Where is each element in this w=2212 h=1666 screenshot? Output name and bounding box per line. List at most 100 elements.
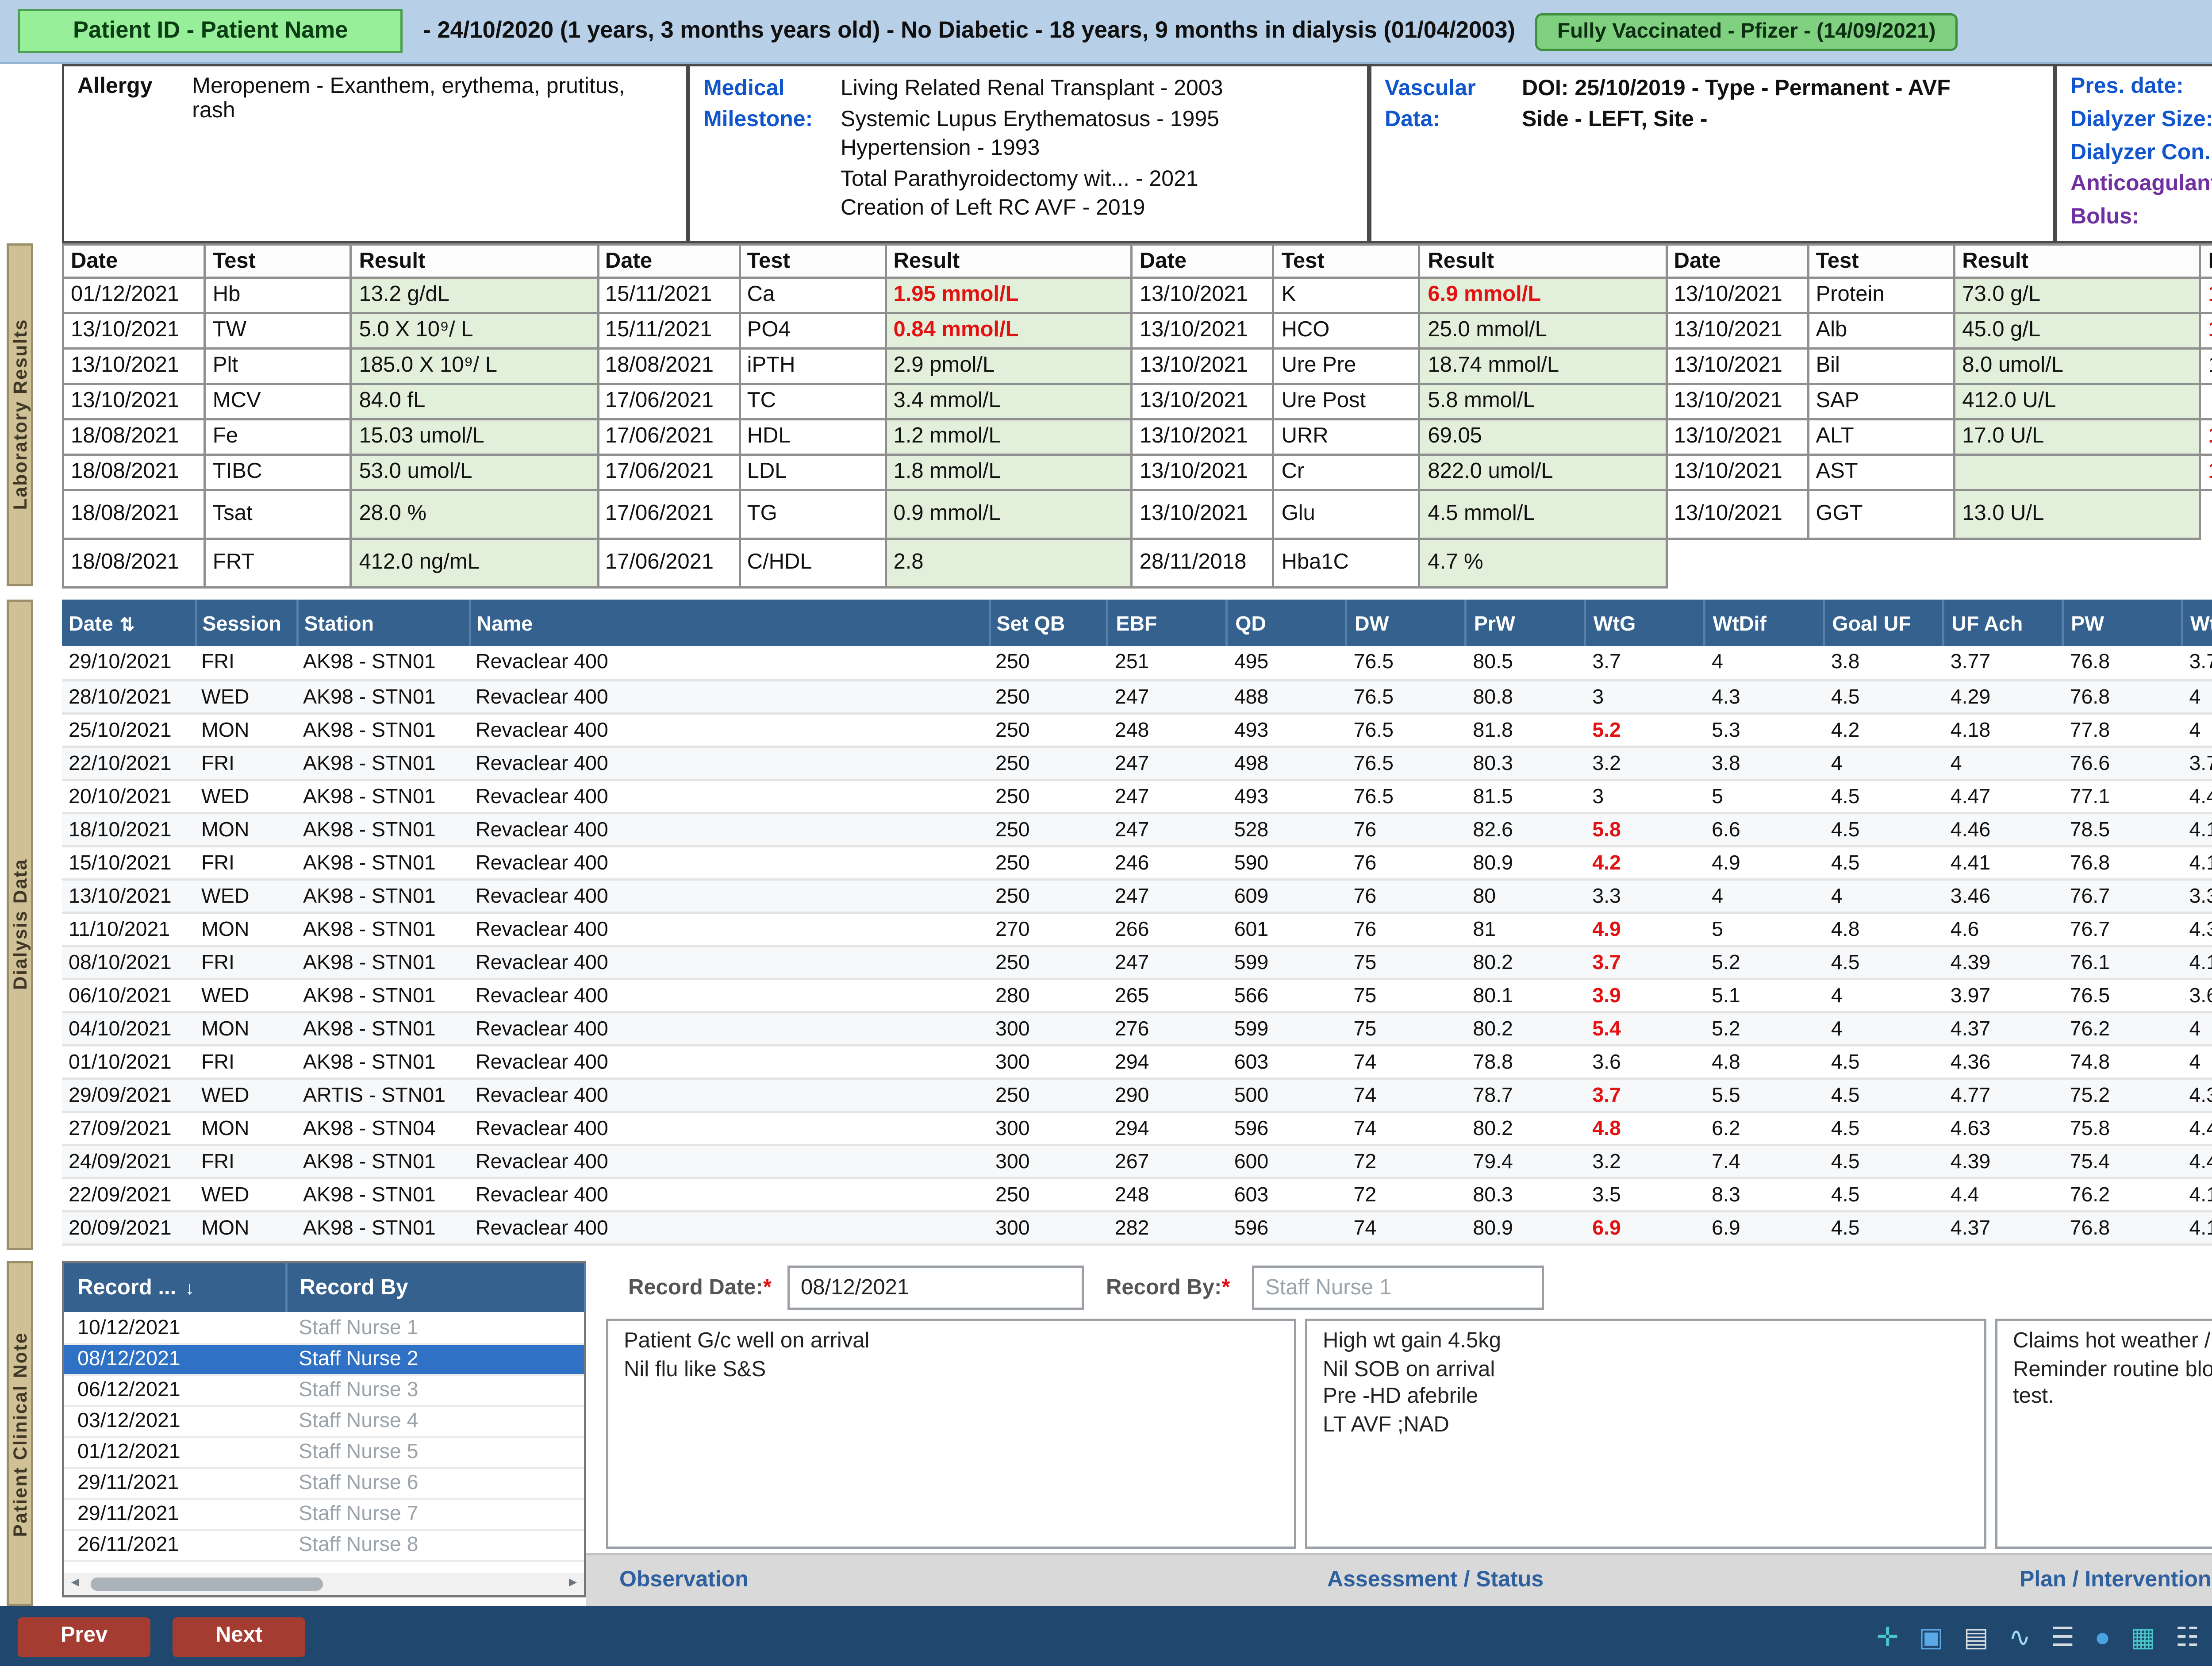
bolus-label: Bolus:	[2070, 204, 2212, 237]
scroll-right-icon[interactable]: ►	[562, 1578, 584, 1591]
lab-results-panel: Date Test Result Date Test Result Date T…	[62, 243, 2212, 586]
prev-button[interactable]: Prev	[18, 1616, 150, 1656]
lab-row[interactable]: 01/12/2021Hb13.2 g/dL15/11/2021Ca1.95 mm…	[63, 278, 2212, 313]
save-icon[interactable]: ▣	[1919, 1621, 1944, 1652]
record-row[interactable]: 10/12/2021Staff Nurse 1	[64, 1312, 584, 1343]
dialysis-col-session: Session	[195, 600, 296, 646]
lab-results-table: Date Test Result Date Test Result Date T…	[62, 243, 2212, 589]
dialysis-row[interactable]: 01/10/2021FRIAK98 - STN01Revaclear 40030…	[62, 1044, 2212, 1077]
record-row[interactable]: 06/12/2021Staff Nurse 3	[64, 1374, 584, 1405]
record-row[interactable]: 29/11/2021Staff Nurse 6	[64, 1467, 584, 1498]
lab-row[interactable]: 18/08/2021Fe15.03 umol/L17/06/2021HDL1.2…	[63, 419, 2212, 455]
dialysis-col-pw: PW	[2063, 600, 2183, 646]
observation-textarea[interactable]: Patient G/c well on arrival Nil flu like…	[606, 1319, 1296, 1549]
dialysis-row[interactable]: 13/10/2021WEDAK98 - STN01Revaclear 40025…	[62, 878, 2212, 912]
dialyzer-con-label: Dialyzer Con.:	[2070, 139, 2212, 171]
vaccination-badge: Fully Vaccinated - Pfizer - (14/09/2021)	[1535, 12, 1958, 50]
record-row[interactable]: 26/11/2021Staff Nurse 8	[64, 1529, 584, 1560]
plan-textarea[interactable]: Claims hot weather / Advise to control f…	[1995, 1319, 2212, 1549]
lab-col-test: Test	[1274, 245, 1420, 278]
milestone-item: Living Related Renal Transplant - 2003	[841, 75, 1223, 105]
record-by-input[interactable]	[1252, 1266, 1544, 1310]
dialysis-row[interactable]: 15/10/2021FRIAK98 - STN01Revaclear 40025…	[62, 845, 2212, 878]
report-icon[interactable]: ▤	[1964, 1621, 1989, 1652]
dialysis-row[interactable]: 29/09/2021WEDARTIS - STN01Revaclear 4002…	[62, 1077, 2212, 1111]
dialysis-row[interactable]: 22/10/2021FRIAK98 - STN01Revaclear 40025…	[62, 746, 2212, 779]
dialysis-col-ebf: EBF	[1108, 600, 1228, 646]
plan-label: Plan / Intervention	[2020, 1569, 2211, 1593]
dialysis-row[interactable]: 11/10/2021MONAK98 - STN01Revaclear 40027…	[62, 912, 2212, 945]
dialysis-row[interactable]: 20/10/2021WEDAK98 - STN01Revaclear 40025…	[62, 779, 2212, 812]
record-col-by[interactable]: Record By	[285, 1263, 584, 1312]
lab-row[interactable]: 13/10/2021TW5.0 X 10⁹/ L15/11/2021PO40.8…	[63, 313, 2212, 349]
dialysis-data-panel: Date⇅ Session Station Name Set QB EBF QD…	[62, 600, 2212, 1250]
syringe-icon[interactable]: ✛	[1876, 1621, 1898, 1652]
clinical-note-section-label: Patient Clinical Note	[7, 1261, 33, 1606]
assessment-textarea[interactable]: High wt gain 4.5kg Nil SOB on arrival Pr…	[1305, 1319, 1986, 1549]
dialysis-col-goal-uf: Goal UF	[1824, 600, 1944, 646]
record-date-label: Record Date:*	[628, 1277, 772, 1301]
dialysis-row[interactable]: 06/10/2021WEDAK98 - STN01Revaclear 40028…	[62, 978, 2212, 1011]
scroll-left-icon[interactable]: ◄	[64, 1578, 86, 1591]
allergy-label: Allergy	[77, 75, 174, 232]
dialysis-row[interactable]: 18/10/2021MONAK98 - STN01Revaclear 40025…	[62, 812, 2212, 845]
dialysis-row[interactable]: 27/09/2021MONAK98 - STN04Revaclear 40030…	[62, 1111, 2212, 1144]
dialysis-row[interactable]: 29/10/2021FRIAK98 - STN01Revaclear 40025…	[62, 646, 2212, 679]
print-icon[interactable]: ☷	[2175, 1621, 2199, 1652]
lab-row[interactable]: 18/08/2021FRT412.0 ng/mL17/06/2021C/HDL2…	[63, 539, 2212, 588]
medical-milestone-label: Medical Milestone:	[703, 75, 827, 232]
bottom-bar: Prev Next ✛▣▤∿☰●▦☷ Show Doctor Appointme…	[0, 1606, 2212, 1666]
medical-milestone-items: Living Related Renal Transplant - 2003 S…	[841, 75, 1223, 232]
record-row[interactable]: 01/12/2021Staff Nurse 5	[64, 1436, 584, 1467]
sort-icon[interactable]: ⇅	[120, 614, 135, 634]
allergy-value: Meropenem - Exanthem, erythema, prutitus…	[192, 75, 672, 232]
record-date-input[interactable]	[787, 1266, 1084, 1310]
lab-row[interactable]: 18/08/2021Tsat28.0 %17/06/2021TG0.9 mmol…	[63, 490, 2212, 539]
lab-col-result: Result	[1420, 245, 1666, 278]
dialysis-table: Date⇅ Session Station Name Set QB EBF QD…	[62, 600, 2212, 1245]
lab-row[interactable]: 18/08/2021TIBC53.0 umol/L17/06/2021LDL1.…	[63, 455, 2212, 490]
dialysis-col-station: Station	[296, 600, 469, 646]
calendar-icon[interactable]: ▦	[2131, 1621, 2156, 1652]
dialysis-row[interactable]: 22/09/2021WEDAK98 - STN01Revaclear 40025…	[62, 1177, 2212, 1210]
patient-summary-text: - 24/10/2020 (1 years, 3 months years ol…	[423, 18, 1515, 44]
milestone-item: Creation of Left RC AVF - 2019	[841, 195, 1223, 225]
dialysis-row[interactable]: 04/10/2021MONAK98 - STN01Revaclear 40030…	[62, 1011, 2212, 1044]
dialyzer-size-label: Dialyzer Size:	[2070, 106, 2212, 139]
dialysis-row[interactable]: 20/09/2021MONAK98 - STN01Revaclear 40030…	[62, 1210, 2212, 1243]
top-bar: Patient ID - Patient Name - 24/10/2020 (…	[0, 0, 2212, 64]
lab-row[interactable]: 13/10/2021Plt185.0 X 10⁹/ L18/08/2021iPT…	[63, 349, 2212, 384]
dialysis-col-qd: QD	[1228, 600, 1347, 646]
record-list-hscrollbar[interactable]: ◄ ►	[64, 1573, 584, 1595]
lab-results-section-label: Laboratory Results	[7, 243, 33, 586]
menu-icon[interactable]: ☰	[2051, 1621, 2075, 1652]
record-col-date[interactable]: Record ...↓	[64, 1263, 285, 1312]
observation-label: Observation	[619, 1569, 749, 1593]
dialysis-row[interactable]: 28/10/2021WEDAK98 - STN01Revaclear 40025…	[62, 679, 2212, 712]
lab-col-date: Date	[2200, 245, 2212, 278]
scrollbar-thumb[interactable]	[91, 1578, 323, 1591]
record-by-label: Record By:*	[1106, 1277, 1230, 1301]
record-row[interactable]: 08/12/2021Staff Nurse 2	[64, 1343, 584, 1374]
dialysis-row[interactable]: 24/09/2021FRIAK98 - STN01Revaclear 40030…	[62, 1144, 2212, 1177]
record-row[interactable]: 29/11/2021Staff Nurse 7	[64, 1498, 584, 1529]
milestone-item: Hypertension - 1993	[841, 135, 1223, 165]
lab-col-date: Date	[597, 245, 739, 278]
dialysis-col-wtdif: WtDif	[1705, 600, 1824, 646]
dialysis-row[interactable]: 08/10/2021FRIAK98 - STN01Revaclear 40025…	[62, 945, 2212, 978]
dialysis-col-uf-ach: UF Ach	[1944, 600, 2063, 646]
prescription-panel: Pres. date: 10/12/2021 DW: 79 Dialyzer S…	[2055, 64, 2212, 243]
chart-icon[interactable]: ∿	[2008, 1621, 2031, 1652]
dialysis-row[interactable]: 25/10/2021MONAK98 - STN01Revaclear 40025…	[62, 712, 2212, 746]
patient-id-box[interactable]: Patient ID - Patient Name	[18, 9, 403, 53]
medical-milestone-panel: Medical Milestone: Living Related Renal …	[688, 64, 1369, 243]
sort-down-icon[interactable]: ↓	[185, 1276, 194, 1298]
droplet-icon[interactable]: ●	[2094, 1621, 2110, 1652]
dialysis-col-date[interactable]: Date⇅	[62, 600, 195, 646]
milestone-item: Total Parathyroidectomy wit... - 2021	[841, 165, 1223, 195]
next-button[interactable]: Next	[173, 1616, 305, 1656]
record-row[interactable]: 03/12/2021Staff Nurse 4	[64, 1405, 584, 1436]
lab-row[interactable]: 13/10/2021MCV84.0 fL17/06/2021TC3.4 mmol…	[63, 384, 2212, 419]
vascular-doi: DOI: 25/10/2019 - Type - Permanent - AVF	[1522, 75, 1951, 106]
vascular-data-panel: Vascular Data: DOI: 25/10/2019 - Type - …	[1369, 64, 2055, 243]
